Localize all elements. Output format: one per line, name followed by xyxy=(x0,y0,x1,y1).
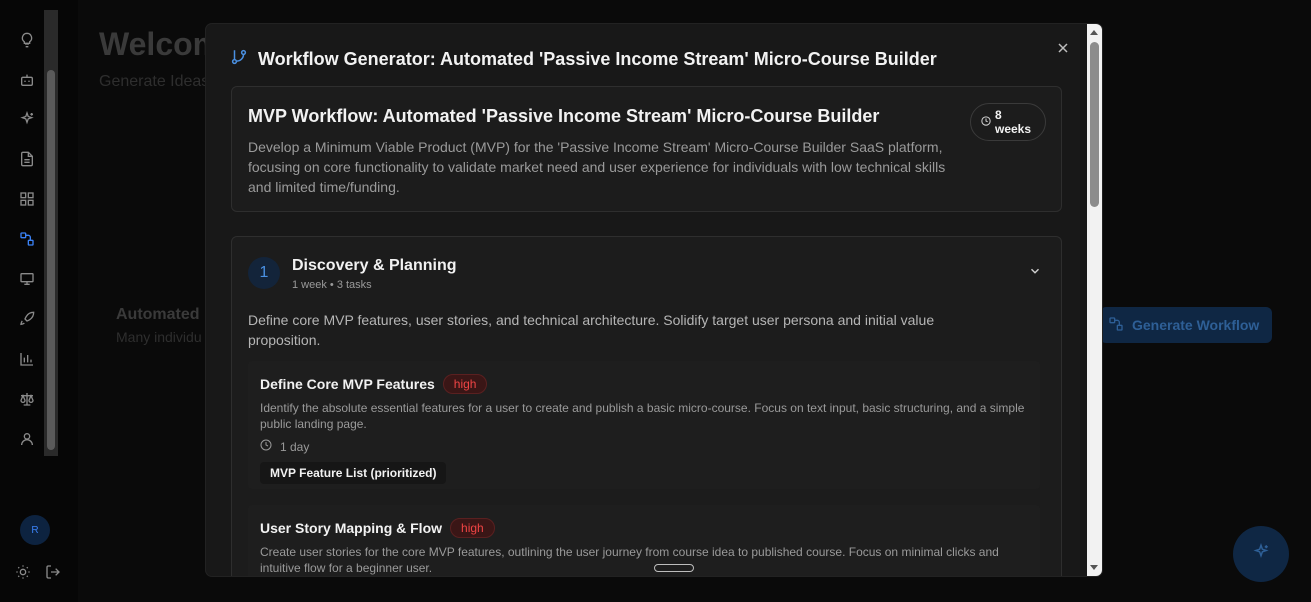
scroll-up-arrow[interactable] xyxy=(1090,30,1098,35)
scale-icon[interactable] xyxy=(17,389,37,409)
close-button[interactable] xyxy=(1054,41,1072,59)
clock-icon xyxy=(260,439,272,454)
lightbulb-icon[interactable] xyxy=(17,30,37,50)
phase-card: 1 Discovery & Planning 1 week • 3 tasks … xyxy=(231,236,1062,576)
task-header: Define Core MVP Features high xyxy=(260,374,488,394)
scroll-indicator xyxy=(654,564,694,572)
page-title: Welcom xyxy=(99,26,222,62)
phase-meta: 1 week • 3 tasks xyxy=(292,279,372,291)
task-title: Define Core MVP Features xyxy=(260,376,435,392)
sparkles-icon xyxy=(1252,542,1270,566)
task-duration-text: 1 day xyxy=(280,439,310,454)
sparkles-icon[interactable] xyxy=(17,109,37,129)
idea-card-subtitle: Many individu xyxy=(116,329,202,345)
duration-badge: 8 weeks xyxy=(970,103,1046,141)
scroll-down-arrow[interactable] xyxy=(1090,565,1098,570)
bar-chart-icon[interactable] xyxy=(17,349,37,369)
document-icon[interactable] xyxy=(17,149,37,169)
presentation-icon[interactable] xyxy=(17,269,37,289)
clock-icon xyxy=(981,113,991,131)
git-branch-icon xyxy=(230,48,248,71)
idea-card-title: Automated xyxy=(116,306,200,323)
sidebar-scrollbar-thumb[interactable] xyxy=(47,70,55,450)
task-item: User Story Mapping & Flow high Create us… xyxy=(248,505,1040,576)
workflow-description: Develop a Minimum Viable Product (MVP) f… xyxy=(248,139,946,195)
logout-icon[interactable] xyxy=(44,563,62,581)
sidebar-scrollbar[interactable] xyxy=(44,10,58,456)
chevron-down-icon xyxy=(1028,264,1042,283)
ai-assistant-button[interactable] xyxy=(1233,526,1289,582)
generate-workflow-label: Generate Workflow xyxy=(1132,317,1260,333)
task-title: User Story Mapping & Flow xyxy=(260,520,443,536)
avatar[interactable]: R xyxy=(20,515,50,545)
modal-title: Workflow Generator: Automated 'Passive I… xyxy=(258,49,937,69)
task-description: Create user stories for the core MVP fea… xyxy=(260,545,999,575)
duration-text: 8 weeks xyxy=(995,108,1032,136)
task-item: Define Core MVP Features high Identify t… xyxy=(248,361,1040,489)
user-icon[interactable] xyxy=(17,429,37,449)
priority-badge: high xyxy=(442,374,488,394)
sidebar: R xyxy=(0,0,78,602)
modal-scrollbar-thumb[interactable] xyxy=(1090,42,1099,207)
rocket-icon[interactable] xyxy=(17,309,37,329)
modal-scrollbar[interactable] xyxy=(1087,24,1102,576)
sun-icon[interactable] xyxy=(14,563,32,581)
task-duration: 1 day xyxy=(260,439,309,454)
phase-number: 1 xyxy=(248,257,280,289)
workflow-icon[interactable] xyxy=(17,229,37,249)
grid-icon[interactable] xyxy=(17,189,37,209)
workflow-title: MVP Workflow: Automated 'Passive Income … xyxy=(248,106,880,126)
workflow-summary-card: MVP Workflow: Automated 'Passive Income … xyxy=(231,86,1062,212)
task-description: Identify the absolute essential features… xyxy=(260,401,1025,431)
deliverable-tag: MVP Feature List (prioritized) xyxy=(260,462,447,484)
task-header: User Story Mapping & Flow high xyxy=(260,518,495,538)
priority-badge: high xyxy=(450,518,495,538)
generate-workflow-button[interactable]: Generate Workflow xyxy=(1100,307,1272,343)
close-icon xyxy=(1057,41,1069,59)
workflow-generator-modal: Workflow Generator: Automated 'Passive I… xyxy=(206,24,1102,576)
app-root: Welcom Generate Ideas Automated Many ind… xyxy=(0,0,1311,602)
phase-description: Define core MVP features, user stories, … xyxy=(248,312,935,348)
modal-header: Workflow Generator: Automated 'Passive I… xyxy=(230,48,937,71)
phase-collapse-toggle[interactable] xyxy=(1027,265,1043,281)
bot-icon[interactable] xyxy=(17,70,37,90)
phase-title: Discovery & Planning xyxy=(292,257,457,274)
workflow-icon xyxy=(1108,316,1124,335)
page-subtitle: Generate Ideas xyxy=(99,73,210,90)
